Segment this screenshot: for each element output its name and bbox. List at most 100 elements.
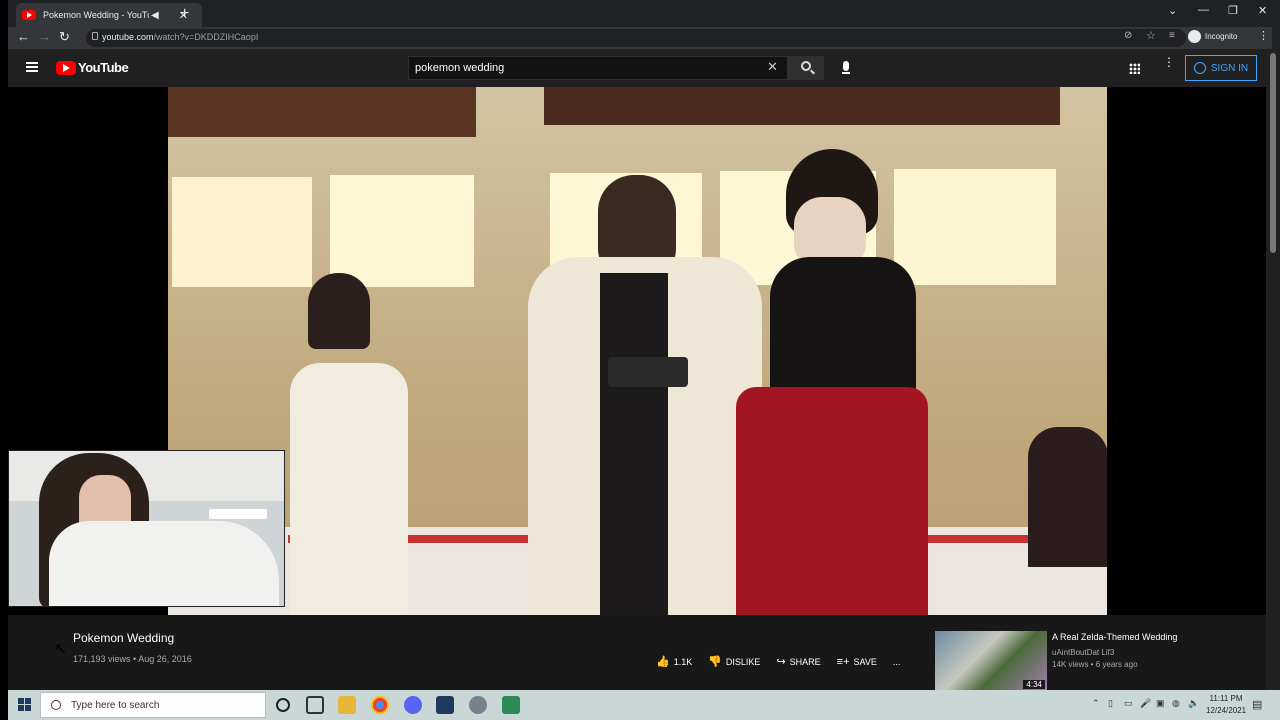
webcam-light (209, 509, 267, 519)
youtube-favicon-icon (22, 10, 36, 20)
chrome-icon[interactable] (371, 696, 389, 714)
app-icon[interactable] (469, 696, 487, 714)
person-left-head (308, 273, 370, 349)
back-icon[interactable]: ← (17, 29, 30, 44)
task-view-icon[interactable] (306, 696, 324, 714)
clock-time: 11:11 PM (1209, 694, 1243, 703)
taskbar-clock[interactable]: 11:11 PM 12/24/2021 (1206, 693, 1246, 717)
incognito-icon (1188, 30, 1201, 43)
tray-display-icon[interactable]: ▣ (1156, 698, 1165, 709)
window-pane (172, 177, 312, 287)
recommended-channel[interactable]: uAintBoutDat Lif3 (1052, 648, 1114, 657)
save-label: SAVE (853, 656, 877, 667)
tab-title: Pokemon Wedding - YouTube (43, 10, 149, 20)
thumbs-down-icon: 👎 (708, 656, 722, 668)
incognito-label: Incognito (1205, 32, 1238, 41)
page-scrollbar[interactable] (1266, 49, 1280, 689)
bride-top (770, 257, 916, 397)
youtube-logo-text[interactable]: YouTube (78, 60, 129, 75)
search-box[interactable] (408, 56, 788, 80)
video-meta: 171,193 views • Aug 26, 2016 (73, 654, 192, 664)
tracking-eye-icon[interactable]: ⊘ (1124, 30, 1132, 41)
apps-grid-icon[interactable] (1129, 63, 1140, 74)
video-player[interactable] (8, 87, 1266, 615)
account-icon (1193, 62, 1206, 74)
officiant-book (608, 357, 688, 387)
app-v-icon[interactable] (436, 696, 454, 714)
url-text: youtube.com/watch?v=DKDDZIHCaopI (102, 32, 259, 42)
new-tab-icon[interactable]: + (180, 5, 189, 23)
playlist-add-icon: ≡+ (836, 655, 850, 668)
thumbs-up-icon: 👍 (656, 656, 670, 668)
forward-icon[interactable]: → (38, 29, 51, 44)
lock-icon (92, 32, 98, 40)
like-count: 1.1K (673, 656, 693, 667)
tray-volume-icon[interactable]: 🔈 (1188, 698, 1199, 709)
clock-date: 12/24/2021 (1206, 706, 1247, 715)
app-green-icon[interactable] (502, 696, 520, 714)
save-button[interactable]: ≡+ SAVE (837, 656, 877, 668)
youtube-logo-icon[interactable] (56, 61, 76, 75)
share-icon: ↪ (776, 656, 786, 668)
maximize-icon[interactable]: ❐ (1228, 4, 1238, 17)
upper-window-left (168, 87, 476, 137)
tray-app-icon[interactable]: ▯ (1108, 698, 1113, 709)
upper-window-right (544, 87, 1060, 125)
tray-network-icon[interactable]: ▭ (1124, 698, 1133, 709)
video-frame[interactable] (168, 87, 1107, 615)
youtube-masthead: YouTube ✕ ⋮ SIGN IN (8, 49, 1266, 87)
windows-taskbar: Type here to search ⌃ ▯ ▭ 🎤 ▣ ◍ 🔈 11:11 … (8, 690, 1280, 720)
file-explorer-icon[interactable] (338, 696, 356, 714)
person-left-jacket (290, 363, 408, 615)
window-pane (894, 169, 1056, 285)
sign-in-label: SIGN IN (1210, 62, 1249, 74)
tray-mic-icon[interactable]: 🎤 (1140, 698, 1151, 709)
audio-playing-icon[interactable]: ◀ (151, 10, 159, 21)
sign-in-button[interactable]: SIGN IN (1185, 55, 1257, 81)
browser-toolbar: ← → ↻ youtube.com/watch?v=DKDDZIHCaopI ⊘… (8, 27, 1272, 49)
recommended-views: 14K views • 6 years ago (1052, 660, 1138, 669)
minimize-icon[interactable]: — (1198, 4, 1209, 16)
menu-icon[interactable] (26, 62, 38, 72)
windows-start-icon[interactable] (18, 698, 32, 712)
search-icon (801, 61, 811, 71)
tray-wifi-icon[interactable]: ◍ (1172, 698, 1180, 709)
window-pane (330, 175, 474, 287)
more-actions-button[interactable]: ... (893, 657, 901, 667)
tab-search-chevron-icon[interactable]: ⌄ (1168, 4, 1177, 17)
browser-tabstrip: Pokemon Wedding - YouTube ◀ ✕ + ⌄ — ❐ ✕ (8, 0, 1272, 27)
like-button[interactable]: 👍 1.1K (656, 655, 692, 668)
search-icon (51, 700, 61, 710)
share-label: SHARE (789, 656, 821, 667)
taskbar-search[interactable]: Type here to search (40, 692, 266, 718)
streamer-webcam (8, 450, 285, 607)
incognito-indicator[interactable]: Incognito (1188, 30, 1237, 43)
dislike-button[interactable]: 👎 DISLIKE (708, 655, 760, 668)
settings-kebab-icon[interactable]: ⋮ (1163, 56, 1175, 68)
video-info: ↖ Pokemon Wedding 171,193 views • Aug 26… (8, 615, 1266, 691)
reload-icon[interactable]: ↻ (59, 29, 70, 45)
microphone-icon[interactable] (842, 61, 850, 74)
clear-search-icon[interactable]: ✕ (767, 59, 778, 75)
streamer-shirt (49, 521, 279, 606)
chrome-menu-icon[interactable]: ⋮ (1258, 29, 1269, 42)
discord-icon[interactable] (404, 696, 422, 714)
bookmark-star-icon[interactable]: ☆ (1146, 29, 1156, 42)
bride-skirt (736, 387, 928, 615)
dislike-label: DISLIKE (725, 656, 761, 667)
share-button[interactable]: ↪ SHARE (776, 655, 820, 668)
tray-chevron-icon[interactable]: ⌃ (1092, 698, 1100, 709)
notification-icon[interactable]: ▤ (1252, 698, 1262, 711)
search-input[interactable] (415, 60, 755, 76)
screen: Pokemon Wedding - YouTube ◀ ✕ + ⌄ — ❐ ✕ … (8, 0, 1280, 720)
recommended-title[interactable]: A Real Zelda-Themed Wedding (1052, 632, 1177, 642)
browser-tab[interactable]: Pokemon Wedding - YouTube ◀ ✕ (16, 3, 202, 27)
more-label: ... (892, 656, 901, 667)
search-button[interactable] (788, 56, 824, 80)
reading-list-icon[interactable]: ≡ (1169, 30, 1175, 41)
address-bar[interactable]: youtube.com/watch?v=DKDDZIHCaopI ⊘ ☆ ≡ (86, 29, 1186, 47)
close-window-icon[interactable]: ✕ (1258, 4, 1267, 17)
recommended-thumbnail[interactable]: 4:34 (935, 631, 1047, 691)
scrollbar-thumb[interactable] (1270, 53, 1276, 253)
cortana-icon[interactable] (276, 698, 290, 712)
